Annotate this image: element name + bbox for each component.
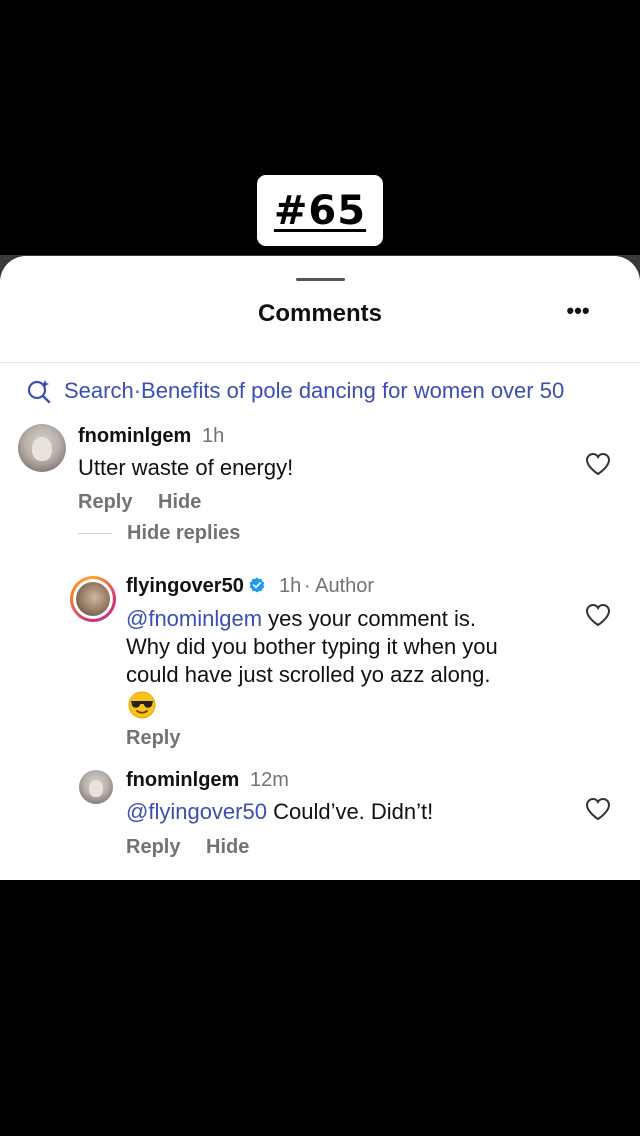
comment-text: Utter waste of energy! <box>78 455 294 480</box>
sunglasses-emoji-icon <box>128 691 156 719</box>
like-heart-icon[interactable] <box>585 797 611 821</box>
author-label: · Author <box>304 575 375 597</box>
reply-text-line2: Why did you bother typing it when you <box>126 634 498 659</box>
video-number-label: #65 <box>273 187 367 234</box>
comments-sheet: Comments ••• Search · Benefits of pole d… <box>0 256 640 880</box>
reply-time: 12m <box>250 769 289 791</box>
thread-line <box>78 533 112 534</box>
search-suggestion[interactable]: Search · Benefits of pole dancing for wo… <box>26 376 640 406</box>
avatar[interactable] <box>79 770 113 804</box>
reply-time: 1h <box>279 575 302 597</box>
reply-text-line1: @fnominlgem yes your comment is. <box>126 606 477 631</box>
sheet-drag-handle[interactable] <box>296 278 345 281</box>
reply-button[interactable]: Reply <box>126 727 180 750</box>
search-separator: · <box>133 378 142 403</box>
hide-button[interactable]: Hide <box>206 836 249 859</box>
reply-text-line3: could have just scrolled yo azz along. <box>126 662 491 687</box>
avatar[interactable] <box>18 424 66 472</box>
like-heart-icon[interactable] <box>585 603 611 627</box>
comment-username[interactable]: fnominlgem <box>78 425 191 448</box>
search-query: Benefits of pole dancing for women over … <box>141 378 565 403</box>
reply-button[interactable]: Reply <box>78 491 132 514</box>
reply-text: @flyingover50 Could’ve. Didn’t! <box>126 799 434 824</box>
hide-replies-button[interactable]: Hide replies <box>127 522 240 545</box>
verified-badge-icon <box>249 577 265 593</box>
header-divider <box>0 362 640 363</box>
search-prefix: Search <box>64 378 134 403</box>
video-number-tag: #65 <box>257 175 383 246</box>
mention-link[interactable]: @flyingover50 <box>126 799 267 824</box>
search-sparkle-icon <box>27 380 51 404</box>
more-options-button[interactable]: ••• <box>560 296 596 326</box>
hide-button[interactable]: Hide <box>158 491 201 514</box>
sheet-title: Comments <box>257 300 383 327</box>
reply-username[interactable]: flyingover50 <box>126 575 265 598</box>
reply-button[interactable]: Reply <box>126 836 180 859</box>
reply-username[interactable]: fnominlgem <box>126 769 239 792</box>
comment-time: 1h <box>202 425 225 447</box>
like-heart-icon[interactable] <box>585 452 611 476</box>
author-avatar[interactable] <box>70 576 116 622</box>
mention-link[interactable]: @fnominlgem <box>126 606 262 631</box>
